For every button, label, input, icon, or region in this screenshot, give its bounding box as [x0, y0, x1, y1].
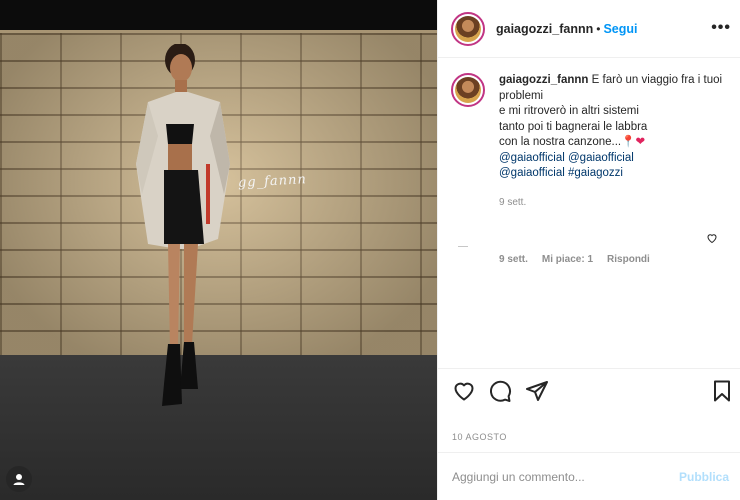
caption-tags-2[interactable]: @gaiaofficial #gaiagozzi [499, 166, 733, 182]
caption-time[interactable]: 9 sett. [499, 197, 526, 208]
heart-emoji-icon: ❤ [635, 136, 646, 148]
comment-icon[interactable] [488, 379, 512, 403]
caption-tags-1[interactable]: @gaiaofficial @gaiaofficial [499, 151, 733, 167]
reply-indent-line [458, 246, 468, 247]
action-bar [438, 368, 740, 410]
header-avatar[interactable] [451, 11, 485, 46]
caption-text: gaiagozzi_fannn E farò un viaggio fra i … [499, 73, 733, 182]
comment-bar: Pubblica [438, 452, 740, 500]
header-separator: • [596, 21, 601, 36]
post-header: gaiagozzi_fannn • Segui ••• [438, 0, 740, 58]
caption-line-3: tanto poi ti bagnerai le labbra [499, 120, 648, 133]
post-date[interactable]: 10 AGOSTO [452, 432, 507, 442]
person-figure [136, 44, 230, 406]
pin-emoji-icon: 📍 [621, 136, 636, 148]
heart-icon[interactable] [452, 379, 476, 403]
more-horizontal-icon[interactable]: ••• [711, 19, 731, 37]
post-photo[interactable]: gg_fannn [0, 0, 437, 500]
caption-username[interactable]: gaiagozzi_fannn [499, 74, 588, 86]
follow-button[interactable]: Segui [603, 22, 637, 36]
send-icon[interactable] [525, 379, 549, 403]
profile-tag-icon[interactable] [6, 466, 32, 492]
post-side-panel: gaiagozzi_fannn • Segui ••• gaiagozzi_fa… [437, 0, 740, 500]
comment-likes[interactable]: Mi piace: 1 [542, 254, 593, 265]
comment-input[interactable] [452, 469, 679, 484]
caption-line-2: e mi ritroverò in altri sistemi [499, 105, 639, 117]
caption-comment: gaiagozzi_fannn E farò un viaggio fra i … [451, 73, 733, 182]
publish-button[interactable]: Pubblica [679, 470, 729, 484]
bookmark-icon[interactable] [710, 379, 734, 403]
caption-avatar[interactable] [451, 73, 485, 107]
reply-button[interactable]: Rispondi [607, 254, 650, 265]
comment-meta: 9 sett. Mi piace: 1 Rispondi [499, 254, 664, 265]
caption-line-4: con la nostra canzone... [499, 136, 622, 148]
comment-time[interactable]: 9 sett. [499, 254, 528, 265]
comment-like-icon[interactable] [706, 232, 718, 247]
header-username[interactable]: gaiagozzi_fannn [496, 22, 593, 36]
caption-line-4-wrap: con la nostra canzone...📍❤ [499, 135, 733, 151]
